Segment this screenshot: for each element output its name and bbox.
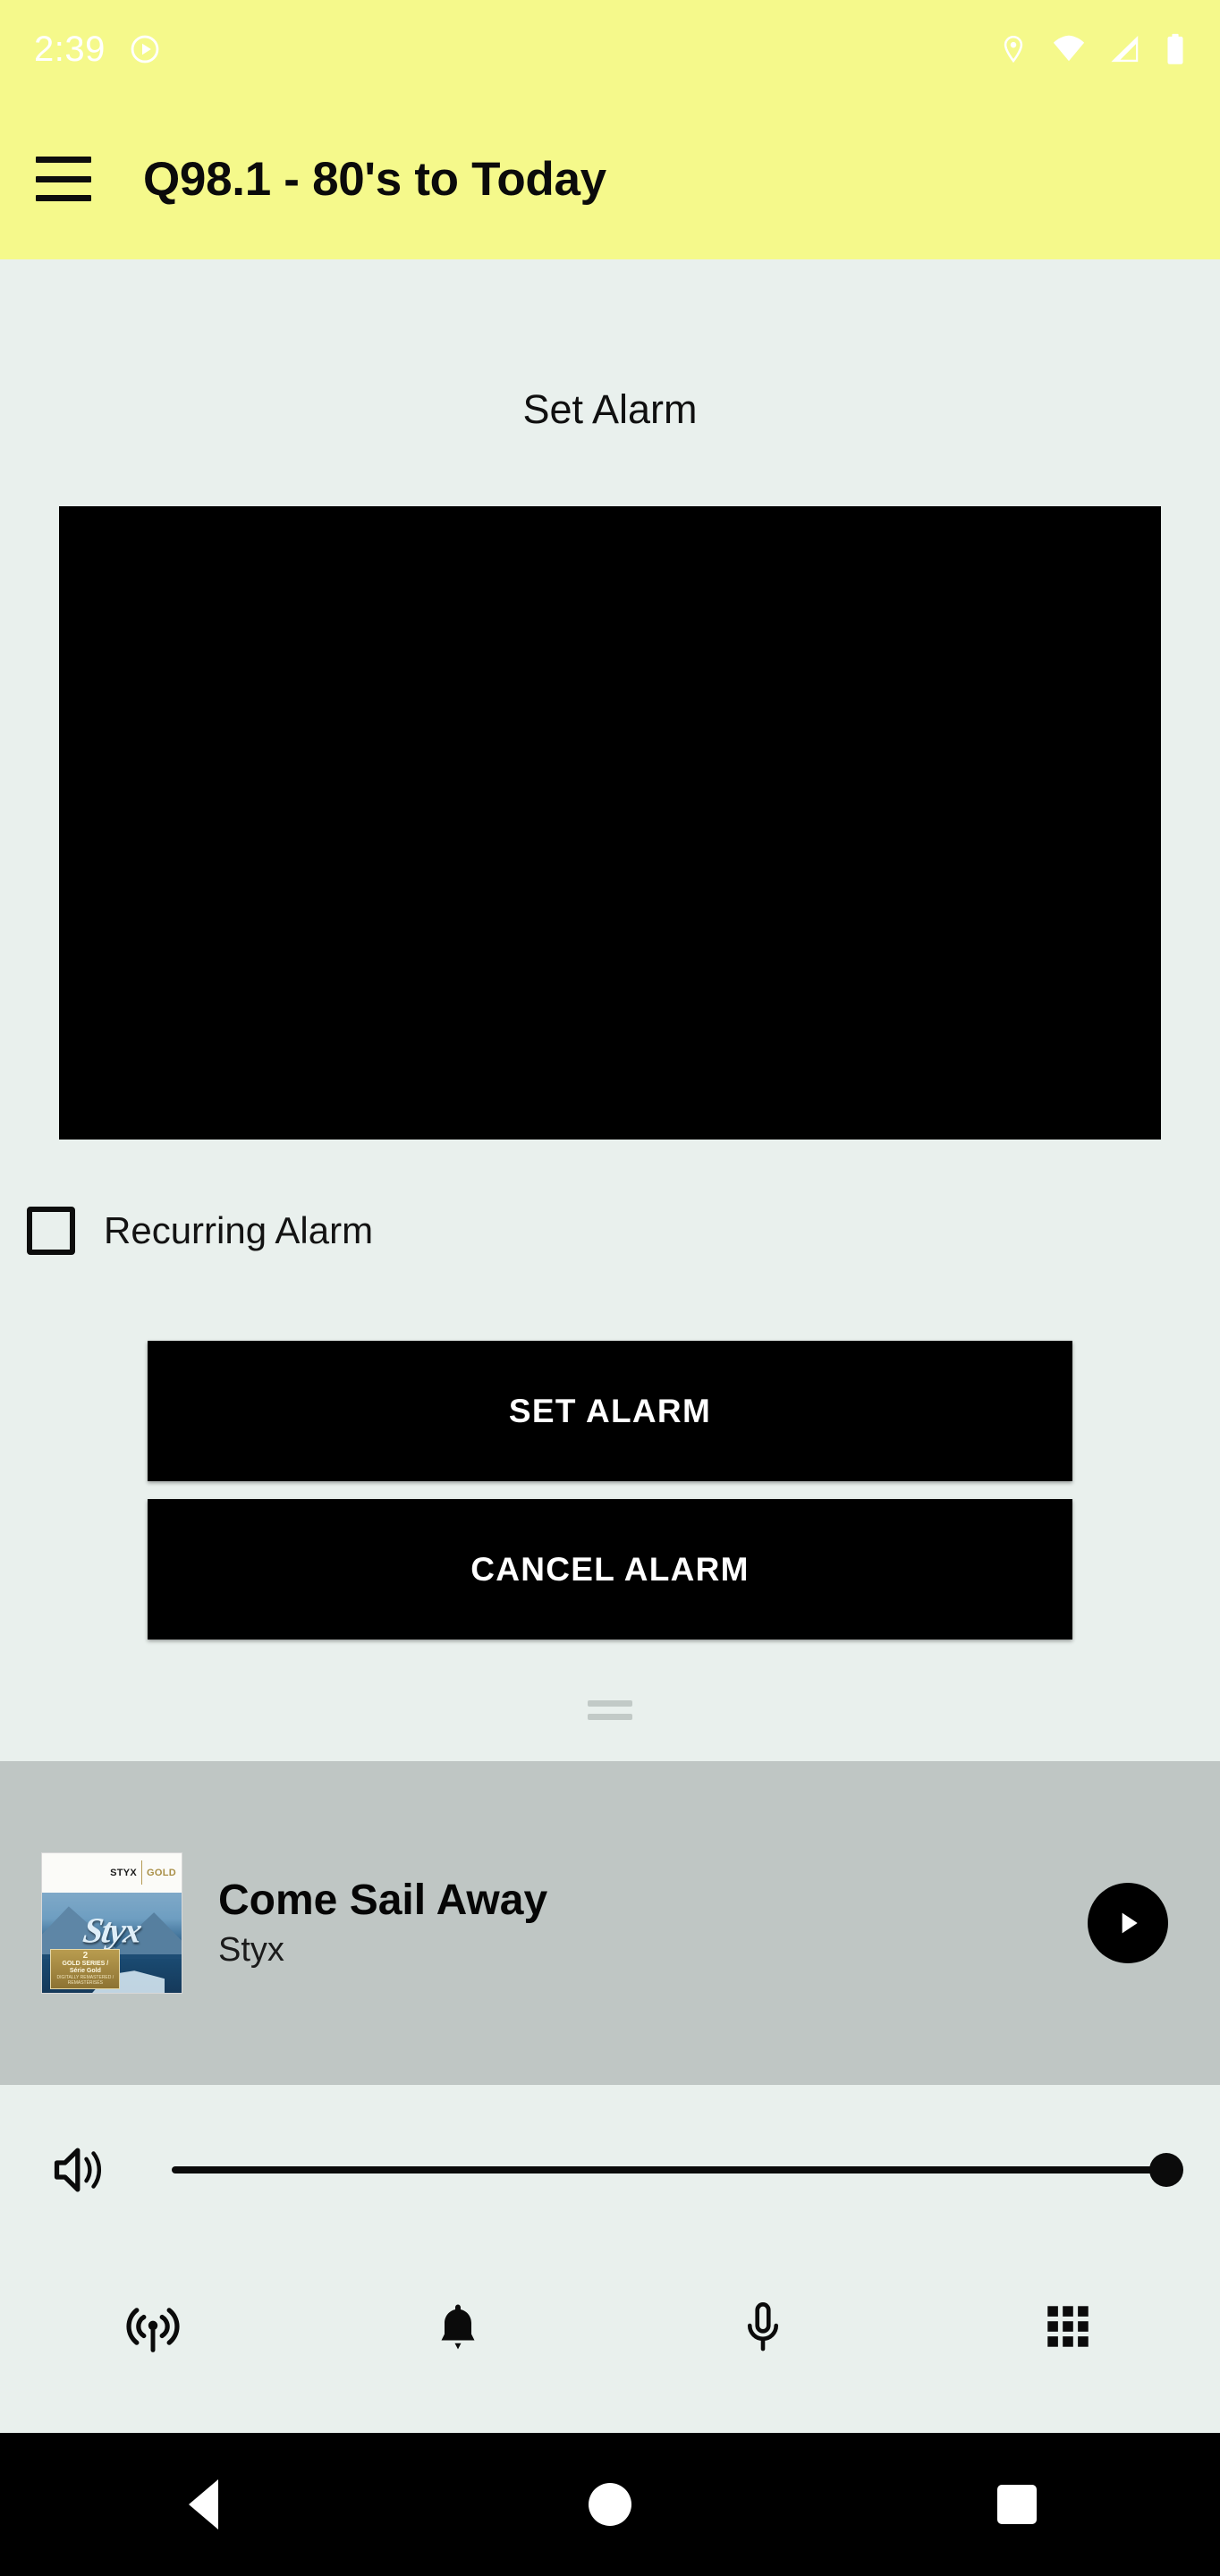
status-bar-right	[998, 33, 1186, 65]
home-circle-icon	[589, 2483, 631, 2526]
app-title: Q98.1 - 80's to Today	[143, 152, 606, 206]
album-art-badge: 2 GOLD SERIES / Série Gold DIGITALLY REM…	[50, 1948, 121, 1989]
drag-handle-line	[588, 1700, 632, 1707]
now-playing-bar[interactable]: STYX GOLD Styx 2 GOLD SERIES / Série Gol…	[0, 1761, 1220, 2085]
back-button[interactable]	[0, 2433, 407, 2576]
play-circle-status-icon	[131, 35, 159, 64]
drag-handle[interactable]	[588, 1700, 632, 1720]
wifi-icon	[1053, 35, 1085, 62]
android-system-nav	[0, 2433, 1220, 2576]
grid-apps-icon	[1046, 2306, 1089, 2347]
back-triangle-icon	[188, 2479, 218, 2529]
volume-slider-track	[172, 2166, 1166, 2174]
album-art-badge-line2: Série Gold	[69, 1967, 101, 1974]
battery-icon	[1167, 33, 1183, 64]
hamburger-line	[36, 175, 91, 182]
hamburger-line	[36, 157, 91, 163]
recurring-alarm-label: Recurring Alarm	[104, 1209, 374, 1251]
album-art-logo: Styx	[80, 1910, 143, 1951]
cellular-signal-icon	[1111, 36, 1139, 63]
time-picker[interactable]	[59, 506, 1161, 1140]
drag-handle-line	[588, 1714, 632, 1720]
cancel-alarm-button[interactable]: CANCEL ALARM	[148, 1499, 1072, 1640]
album-art-badge-line4: REMASTÉRISÉS	[67, 1980, 103, 1987]
play-icon	[1122, 1912, 1138, 1934]
location-pin-icon	[1004, 35, 1023, 64]
status-bar-left: 2:39	[34, 31, 161, 67]
album-art-badge-line1: GOLD SERIES /	[62, 1960, 109, 1967]
broadcast-tower-icon	[126, 2308, 179, 2352]
bottom-tab-bar	[0, 2255, 1220, 2398]
volume-row	[0, 2085, 1220, 2255]
album-art-scene: Styx 2 GOLD SERIES / Série Gold DIGITALL…	[42, 1892, 182, 1993]
tab-alarm[interactable]	[305, 2255, 610, 2398]
volume-slider[interactable]	[172, 2143, 1183, 2197]
hamburger-line	[36, 195, 91, 201]
home-button[interactable]	[407, 2433, 814, 2576]
phone-screen: 2:39 Q98.1 - 80's to Today Set Alarm Rec…	[0, 0, 1220, 2576]
recents-square-icon	[996, 2485, 1037, 2524]
tab-broadcast[interactable]	[0, 2255, 305, 2398]
recurring-alarm-row[interactable]: Recurring Alarm	[27, 1207, 1220, 1255]
status-bar-clock: 2:39	[34, 30, 106, 69]
recurring-alarm-checkbox[interactable]	[27, 1207, 75, 1255]
play-button[interactable]	[1088, 1883, 1168, 1963]
track-artist: Styx	[218, 1931, 284, 1970]
microphone-icon	[747, 2302, 778, 2351]
status-bar: 2:39	[0, 0, 1220, 98]
album-art-band: STYX	[110, 1867, 138, 1878]
tab-apps[interactable]	[915, 2255, 1220, 2398]
volume-up-icon[interactable]	[52, 2142, 116, 2198]
tab-microphone[interactable]	[610, 2255, 915, 2398]
album-art: STYX GOLD Styx 2 GOLD SERIES / Série Gol…	[41, 1852, 182, 1994]
page-title: Set Alarm	[522, 386, 698, 432]
recents-button[interactable]	[813, 2433, 1220, 2576]
app-bar: Q98.1 - 80's to Today	[0, 98, 1220, 259]
set-alarm-button[interactable]: SET ALARM	[148, 1341, 1072, 1481]
album-art-series: GOLD	[147, 1867, 176, 1878]
album-art-divider	[141, 1860, 143, 1885]
bell-icon	[441, 2304, 474, 2350]
main-content: Set Alarm Recurring Alarm SET ALARM CANC…	[0, 259, 1220, 2433]
volume-slider-thumb[interactable]	[1149, 2153, 1183, 2187]
album-art-badge-number: 2	[82, 1950, 89, 1961]
hamburger-menu-icon[interactable]	[36, 157, 91, 201]
album-art-header: STYX GOLD	[42, 1853, 182, 1893]
track-title: Come Sail Away	[218, 1877, 548, 1925]
track-info: Come Sail Away Styx	[218, 1877, 1088, 1969]
